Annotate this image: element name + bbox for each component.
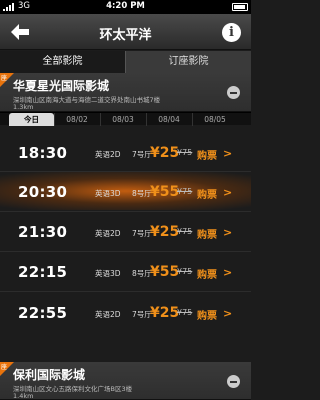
cinema-header[interactable]: 座 华夏星光国际影城 深圳南山区南海大道与海德二道交界处南山书城7楼 1.3km <box>0 73 251 112</box>
date-tab[interactable]: 08/03 <box>100 113 145 126</box>
showtime: 22:55 <box>18 304 68 322</box>
show-hall: 8号厅 <box>132 269 152 278</box>
buy-ticket-button[interactable]: 购票 <box>197 147 217 162</box>
show-version: 英语2D <box>95 310 121 319</box>
tab-all-cinemas[interactable]: 全部影院 <box>0 51 125 73</box>
row-divider <box>0 291 251 292</box>
showtime: 22:15 <box>18 263 68 281</box>
chevron-right-icon: > <box>223 186 233 199</box>
date-tab-today[interactable]: 今日 <box>9 113 54 126</box>
show-price: ¥55 <box>150 184 180 200</box>
battery-icon <box>232 3 248 11</box>
showtime-row[interactable]: 20:30 英语3D 8号厅 ¥55 ¥75 购票 > <box>0 172 251 210</box>
date-tab[interactable]: 08/04 <box>146 113 191 126</box>
tab-booked-cinemas[interactable]: 订座影院 <box>126 51 251 73</box>
show-hall: 7号厅 <box>132 150 152 159</box>
show-hall: 7号厅 <box>132 229 152 238</box>
show-hall: 7号厅 <box>132 310 152 319</box>
original-price: ¥75 <box>177 227 193 236</box>
nav-bar: 环太平洋 i <box>0 14 251 50</box>
original-price: ¥75 <box>177 308 193 317</box>
show-version: 英语3D <box>95 269 121 278</box>
cinema-tabs: 全部影院 订座影院 <box>0 51 251 73</box>
showtime-row[interactable]: 22:55 英语2D 7号厅 ¥25 ¥75 购票 > <box>0 293 251 331</box>
chevron-right-icon: > <box>223 266 233 279</box>
status-bar: 3G 4:20 PM <box>0 0 251 14</box>
show-price: ¥25 <box>150 224 180 240</box>
status-time: 4:20 PM <box>106 1 145 11</box>
cinema-header[interactable]: 座 保利国际影城 深圳南山区文心五路保利文化广场B区3楼 1.4km <box>0 362 251 400</box>
showtime-row[interactable]: 18:30 英语2D 7号厅 ¥25 ¥75 购票 > <box>0 133 251 171</box>
buy-ticket-button[interactable]: 购票 <box>197 226 217 241</box>
show-hall: 8号厅 <box>132 189 152 198</box>
date-selector: 今日 08/02 08/03 08/04 08/05 <box>0 112 251 126</box>
original-price: ¥75 <box>177 148 193 157</box>
cinema-distance: 1.4km <box>13 392 34 400</box>
page-title: 环太平洋 <box>99 28 152 43</box>
showtime: 21:30 <box>18 223 68 241</box>
show-version: 英语2D <box>95 229 121 238</box>
buy-ticket-button[interactable]: 购票 <box>197 266 217 281</box>
showtime: 18:30 <box>18 144 68 162</box>
date-tab[interactable]: 08/02 <box>54 113 99 126</box>
chevron-right-icon: > <box>223 226 233 239</box>
showtime-row[interactable]: 21:30 英语2D 7号厅 ¥25 ¥75 购票 > <box>0 212 251 250</box>
show-version: 英语3D <box>95 189 121 198</box>
show-price: ¥55 <box>150 264 180 280</box>
seat-badge-label: 座 <box>1 364 8 371</box>
date-tab[interactable]: 08/05 <box>192 113 237 126</box>
cinema-distance: 1.3km <box>13 103 34 111</box>
seat-badge-label: 座 <box>1 75 8 82</box>
chevron-right-icon: > <box>223 307 233 320</box>
chevron-right-icon: > <box>223 147 233 160</box>
original-price: ¥75 <box>177 267 193 276</box>
info-icon[interactable]: i <box>222 23 241 42</box>
show-price: ¥25 <box>150 145 180 161</box>
buy-ticket-button[interactable]: 购票 <box>197 186 217 201</box>
buy-ticket-button[interactable]: 购票 <box>197 307 217 322</box>
cinema-name: 华夏星光国际影城 <box>13 79 110 93</box>
collapse-icon[interactable] <box>227 86 240 99</box>
showtime-row[interactable]: 22:15 英语3D 8号厅 ¥55 ¥75 购票 > <box>0 252 251 290</box>
collapse-icon[interactable] <box>227 375 240 388</box>
cinema-name: 保利国际影城 <box>13 368 86 382</box>
show-price: ¥25 <box>150 305 180 321</box>
show-version: 英语2D <box>95 150 121 159</box>
cinema-address: 深圳南山区南海大道与海德二道交界处南山书城7楼 <box>13 96 161 104</box>
original-price: ¥75 <box>177 187 193 196</box>
showtime: 20:30 <box>18 183 68 201</box>
